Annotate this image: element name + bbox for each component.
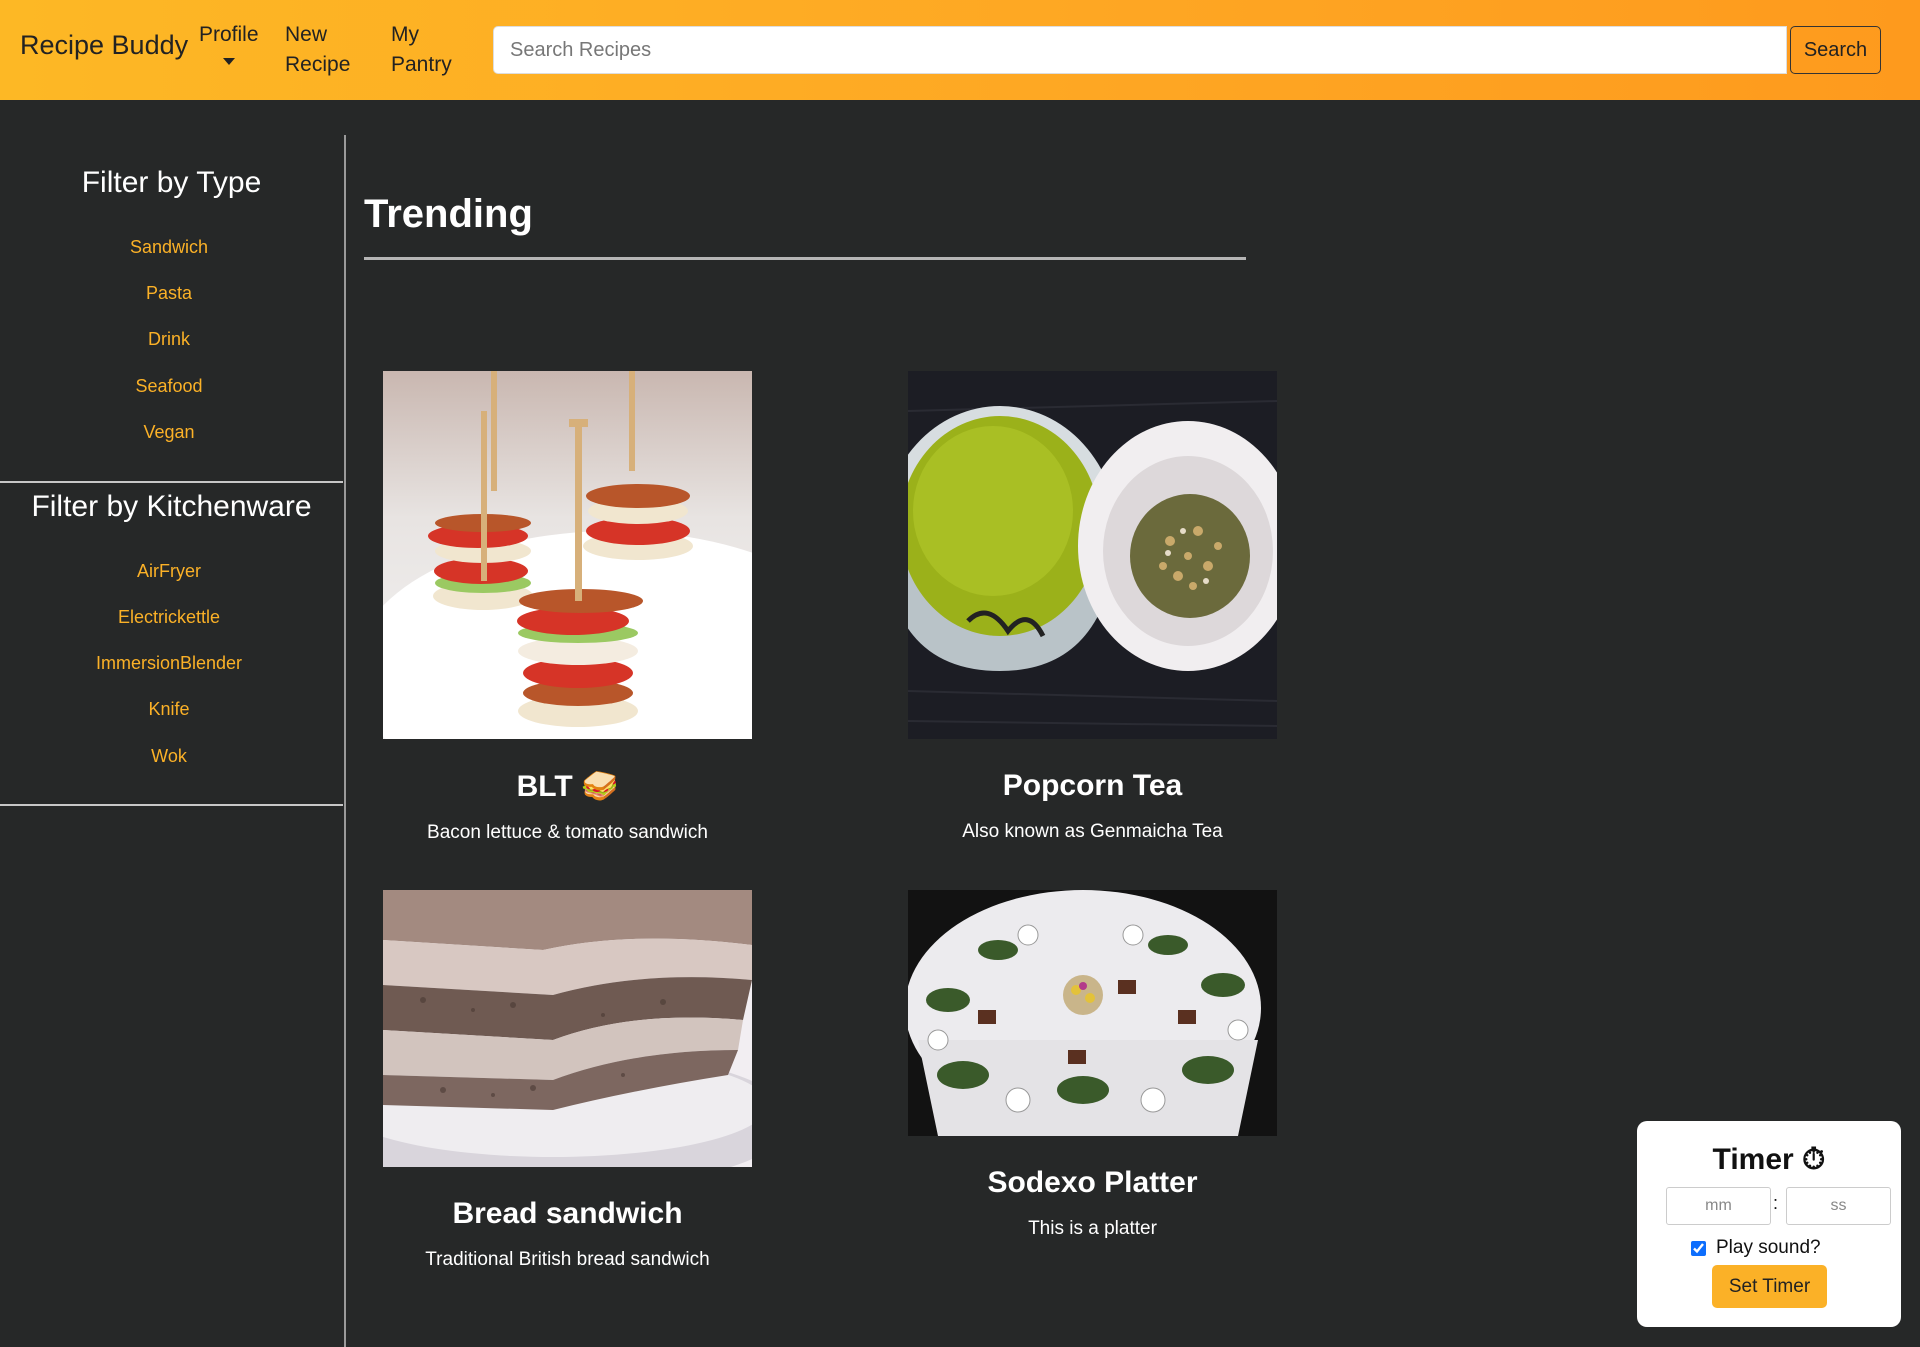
nav-new-recipe-label: New Recipe bbox=[285, 23, 351, 76]
page-title: Trending bbox=[364, 192, 533, 236]
play-sound-label: Play sound? bbox=[1716, 1237, 1821, 1258]
recipe-card[interactable]: BLT 🥪 Bacon lettuce & tomato sandwich bbox=[383, 371, 752, 844]
recipe-description: Traditional British bread sandwich bbox=[425, 1249, 710, 1270]
filter-type-sandwich[interactable]: Sandwich bbox=[0, 237, 338, 258]
filter-type-drink[interactable]: Drink bbox=[0, 329, 338, 350]
nav-new-recipe[interactable]: New Recipe bbox=[285, 20, 355, 80]
recipe-card[interactable]: Popcorn Tea Also known as Genmaicha Tea bbox=[908, 371, 1277, 843]
recipe-description: This is a platter bbox=[1028, 1218, 1157, 1239]
nav-my-pantry-label: My Pantry bbox=[391, 23, 452, 76]
filter-kitchenware-airfryer[interactable]: AirFryer bbox=[0, 561, 338, 582]
timer-widget: Timer ⏱ : Play sound? Set Timer bbox=[1637, 1121, 1901, 1327]
play-sound-row[interactable]: Play sound? bbox=[1691, 1237, 1821, 1259]
recipe-title[interactable]: Sodexo Platter bbox=[908, 1166, 1277, 1200]
sidebar-border bbox=[344, 135, 346, 1347]
recipe-title[interactable]: Bread sandwich bbox=[383, 1197, 752, 1231]
recipe-description: Also known as Genmaicha Tea bbox=[962, 821, 1223, 842]
caret-down-icon bbox=[222, 58, 235, 65]
timer-minutes-input[interactable] bbox=[1666, 1187, 1771, 1225]
title-underline bbox=[364, 257, 1246, 260]
recipe-description: Bacon lettuce & tomato sandwich bbox=[427, 822, 708, 843]
play-sound-checkbox[interactable] bbox=[1691, 1240, 1706, 1256]
search-button[interactable]: Search bbox=[1790, 26, 1881, 74]
recipe-image-sodexo-platter[interactable] bbox=[908, 890, 1277, 1136]
recipe-card[interactable]: Bread sandwich Traditional British bread… bbox=[383, 890, 752, 1271]
filter-type-vegan[interactable]: Vegan bbox=[0, 422, 338, 443]
sidebar: Filter by Type Sandwich Pasta Drink Seaf… bbox=[0, 100, 345, 1347]
recipe-card[interactable]: Sodexo Platter This is a platter bbox=[908, 890, 1277, 1240]
nav-my-pantry[interactable]: My Pantry bbox=[391, 20, 461, 80]
recipe-title[interactable]: Popcorn Tea bbox=[908, 769, 1277, 803]
filter-kitchenware-knife[interactable]: Knife bbox=[0, 699, 338, 720]
sidebar-divider bbox=[0, 481, 343, 483]
filter-kitchenware-wok[interactable]: Wok bbox=[0, 746, 338, 767]
filter-type-seafood[interactable]: Seafood bbox=[0, 376, 338, 397]
filter-type-pasta[interactable]: Pasta bbox=[0, 283, 338, 304]
profile-label: Profile bbox=[199, 23, 259, 46]
sidebar-divider bbox=[0, 804, 343, 806]
recipe-image-popcorn-tea[interactable] bbox=[908, 371, 1277, 739]
recipe-image-blt[interactable] bbox=[383, 371, 752, 739]
profile-dropdown[interactable]: Profile bbox=[199, 20, 259, 65]
timer-seconds-input[interactable] bbox=[1786, 1187, 1891, 1225]
search-input[interactable] bbox=[493, 26, 1787, 74]
recipe-image-bread-sandwich[interactable] bbox=[383, 890, 752, 1167]
timer-colon: : bbox=[1773, 1193, 1779, 1213]
filter-kitchenware-heading: Filter by Kitchenware bbox=[31, 490, 312, 523]
filter-kitchenware-immersionblender[interactable]: ImmersionBlender bbox=[0, 653, 338, 674]
set-timer-button[interactable]: Set Timer bbox=[1712, 1265, 1827, 1308]
navbar: Recipe Buddy Profile New Recipe My Pantr… bbox=[0, 0, 1920, 100]
recipe-title[interactable]: BLT 🥪 bbox=[383, 769, 752, 804]
timer-title: Timer ⏱ bbox=[1712, 1143, 1826, 1176]
filter-kitchenware-electrickettle[interactable]: Electrickettle bbox=[0, 607, 338, 628]
brand-link[interactable]: Recipe Buddy bbox=[20, 30, 188, 61]
filter-type-heading: Filter by Type bbox=[81, 166, 262, 199]
